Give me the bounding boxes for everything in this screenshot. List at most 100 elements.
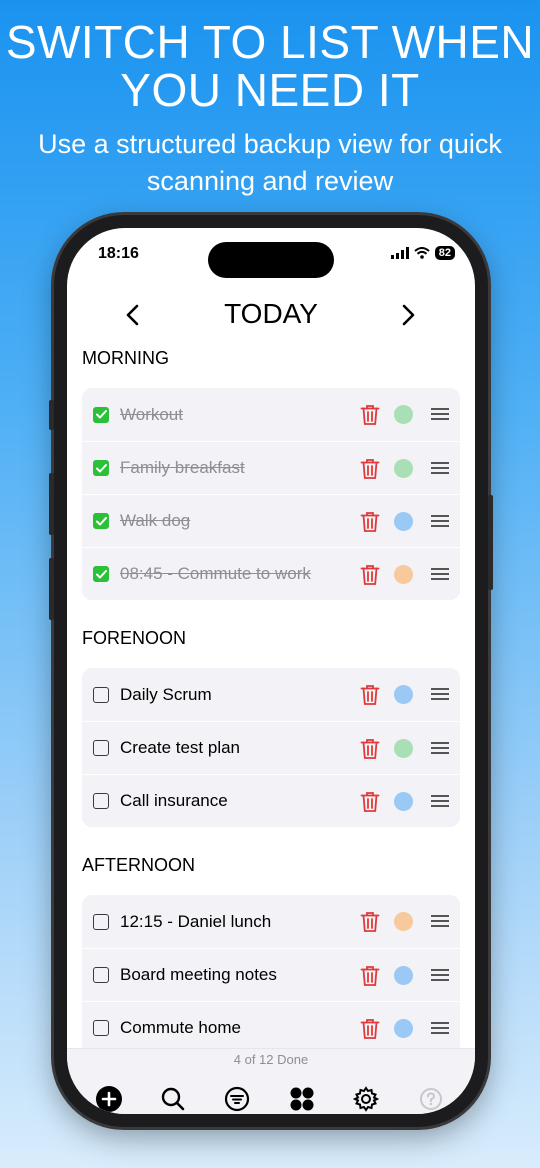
checkmark-icon — [95, 569, 107, 578]
task-row[interactable]: 12:15 - Daniel lunch — [82, 895, 460, 948]
delete-task-button[interactable] — [360, 404, 380, 426]
delete-task-button[interactable] — [360, 911, 380, 933]
wifi-icon — [414, 247, 430, 259]
task-row[interactable]: 08:45 - Commute to work — [82, 547, 460, 600]
task-checkbox[interactable] — [93, 686, 109, 703]
drag-handle-icon[interactable] — [431, 462, 449, 475]
trash-icon — [360, 459, 380, 479]
volume-down-button — [49, 558, 54, 620]
task-list: MORNING Workout Family breakfast Walk dog 08… — [67, 336, 475, 1048]
color-tag-dot[interactable] — [394, 685, 413, 704]
search-button[interactable] — [159, 1085, 187, 1113]
drag-handle-icon[interactable] — [431, 515, 449, 528]
help-button[interactable] — [417, 1085, 445, 1113]
task-checkbox[interactable] — [93, 406, 109, 423]
tab-bar — [67, 1085, 475, 1114]
task-checkbox[interactable] — [93, 566, 109, 582]
section-title: AFTERNOON — [82, 855, 196, 875]
chevron-right-icon — [402, 304, 415, 326]
trash-icon — [360, 565, 380, 585]
task-checkbox[interactable] — [93, 740, 109, 756]
task-row[interactable]: Commute home — [82, 1001, 460, 1048]
delete-task-button[interactable] — [360, 791, 380, 813]
trash-icon — [360, 512, 380, 532]
filter-icon — [224, 1086, 250, 1112]
color-tag-dot[interactable] — [394, 912, 413, 931]
gear-icon — [353, 1086, 379, 1112]
color-tag-dot[interactable] — [394, 565, 413, 584]
delete-task-button[interactable] — [360, 458, 380, 480]
search-icon — [161, 1087, 185, 1111]
drag-handle-icon[interactable] — [431, 969, 449, 982]
task-group: Workout Family breakfast Walk dog 08:45 - C… — [82, 388, 460, 600]
task-row[interactable]: Daily Scrum — [82, 668, 460, 721]
delete-task-button[interactable] — [360, 738, 380, 760]
task-row[interactable]: Family breakfast — [82, 441, 460, 494]
color-tag-dot[interactable] — [394, 739, 413, 758]
delete-task-button[interactable] — [360, 684, 380, 706]
app-screen: 18:16 82 TODAY MORNING Workout Family br… — [67, 228, 475, 1114]
drag-handle-icon[interactable] — [431, 568, 449, 581]
headline-line-2: YOU NEED IT — [120, 64, 420, 116]
drag-handle-icon[interactable] — [431, 742, 449, 755]
volume-up-button — [49, 473, 54, 535]
status-time: 18:16 — [98, 245, 139, 262]
battery-indicator: 82 — [434, 246, 455, 260]
trash-icon — [360, 1019, 380, 1039]
delete-task-button[interactable] — [360, 1018, 380, 1040]
delete-task-button[interactable] — [360, 564, 380, 586]
trash-icon — [360, 792, 380, 812]
task-group: Daily Scrum Create test plan Call insuranc… — [82, 668, 460, 827]
checkmark-icon — [95, 463, 107, 472]
color-tag-dot[interactable] — [394, 405, 413, 424]
task-group: 12:15 - Daniel lunch Board meeting notes C… — [82, 895, 460, 1048]
delete-task-button[interactable] — [360, 965, 380, 987]
trash-icon — [360, 685, 380, 705]
task-row[interactable]: Call insurance — [82, 774, 460, 827]
color-tag-dot[interactable] — [394, 1019, 413, 1038]
color-tag-dot[interactable] — [394, 792, 413, 811]
action-button — [49, 400, 54, 430]
task-row[interactable]: Walk dog — [82, 494, 460, 547]
add-icon — [96, 1086, 122, 1112]
task-row[interactable]: Board meeting notes — [82, 948, 460, 1001]
task-checkbox[interactable] — [93, 913, 109, 930]
section-title: MORNING — [82, 348, 169, 368]
subline-line-2: scanning and review — [146, 166, 394, 196]
subline-line-1: Use a structured backup view for quick — [38, 129, 502, 159]
help-icon — [420, 1088, 442, 1110]
task-checkbox[interactable] — [93, 967, 109, 983]
settings-button[interactable] — [352, 1085, 380, 1113]
task-row[interactable]: Workout — [82, 388, 460, 441]
drag-handle-icon[interactable] — [431, 688, 449, 701]
cellular-signal-icon — [390, 247, 409, 259]
phone-frame: 18:16 82 TODAY MORNING Workout Family br… — [49, 215, 493, 1127]
task-row[interactable]: Create test plan — [82, 721, 460, 774]
color-tag-dot[interactable] — [394, 966, 413, 985]
grid-view-button[interactable] — [288, 1085, 316, 1113]
headline-line-1: SWITCH TO LIST WHEN — [5, 16, 535, 68]
done-count: 4 of 12 Done — [233, 1052, 309, 1067]
promo-subline: Use a structured backup view for quick s… — [20, 126, 520, 200]
drag-handle-icon[interactable] — [431, 915, 449, 928]
add-task-button[interactable] — [95, 1085, 123, 1113]
drag-handle-icon[interactable] — [431, 408, 449, 421]
drag-handle-icon[interactable] — [431, 1022, 449, 1035]
promo-headline: SWITCH TO LIST WHEN YOU NEED IT — [0, 18, 540, 114]
section-title: FORENOON — [82, 628, 187, 648]
color-tag-dot[interactable] — [394, 512, 413, 531]
task-checkbox[interactable] — [93, 513, 109, 529]
grid-icon — [290, 1087, 314, 1111]
color-tag-dot[interactable] — [394, 459, 413, 478]
filter-button[interactable] — [223, 1085, 251, 1113]
task-checkbox[interactable] — [93, 793, 109, 809]
status-icons: 82 — [390, 246, 455, 260]
next-day-button[interactable] — [394, 300, 424, 330]
power-button — [488, 495, 493, 590]
task-checkbox[interactable] — [93, 1020, 109, 1036]
drag-handle-icon[interactable] — [431, 795, 449, 808]
task-checkbox[interactable] — [93, 460, 109, 476]
checkmark-icon — [95, 516, 107, 525]
delete-task-button[interactable] — [360, 511, 380, 533]
dynamic-island — [208, 242, 334, 278]
